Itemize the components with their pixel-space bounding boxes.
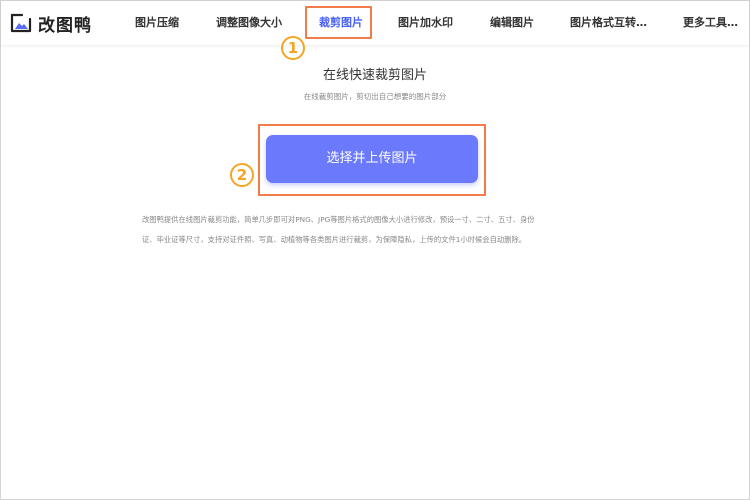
nav-item-resize[interactable]: 调整图像大小	[216, 16, 282, 30]
crop-nav-highlight	[305, 6, 372, 39]
logo-icon	[10, 13, 32, 33]
step-marker-1: 1	[281, 36, 305, 60]
nav-item-compress[interactable]: 图片压缩	[135, 16, 179, 30]
page-subtitle: 在线裁剪图片，剪切出自己想要的图片部分	[303, 92, 447, 101]
nav-item-edit[interactable]: 编辑图片	[490, 16, 534, 30]
upload-image-button[interactable]: 选择并上传图片	[266, 135, 478, 183]
logo[interactable]: 改图鸭	[10, 12, 92, 36]
step-marker-2: 2	[230, 163, 254, 187]
description-text: 改图鸭提供在线图片裁剪功能，简单几步即可对PNG、JPG等图片格式的图像大小进行…	[142, 210, 612, 250]
logo-text: 改图鸭	[38, 15, 92, 36]
page-title: 在线快速裁剪图片	[322, 68, 427, 83]
description-line-2: 证、毕业证等尺寸，支持对证件照、写真、动植物等各类图片进行裁剪，为保障隐私，上传…	[142, 235, 527, 244]
nav-item-format-convert[interactable]: 图片格式互转…	[570, 16, 647, 30]
nav-item-more-tools[interactable]: 更多工具…	[683, 16, 738, 30]
nav-item-watermark[interactable]: 图片加水印	[398, 16, 453, 30]
description-line-1: 改图鸭提供在线图片裁剪功能，简单几步即可对PNG、JPG等图片格式的图像大小进行…	[142, 215, 535, 224]
top-nav-bar: 改图鸭 图片压缩 调整图像大小 裁剪图片 图片加水印 编辑图片 图片格式互转… …	[1, 1, 749, 45]
